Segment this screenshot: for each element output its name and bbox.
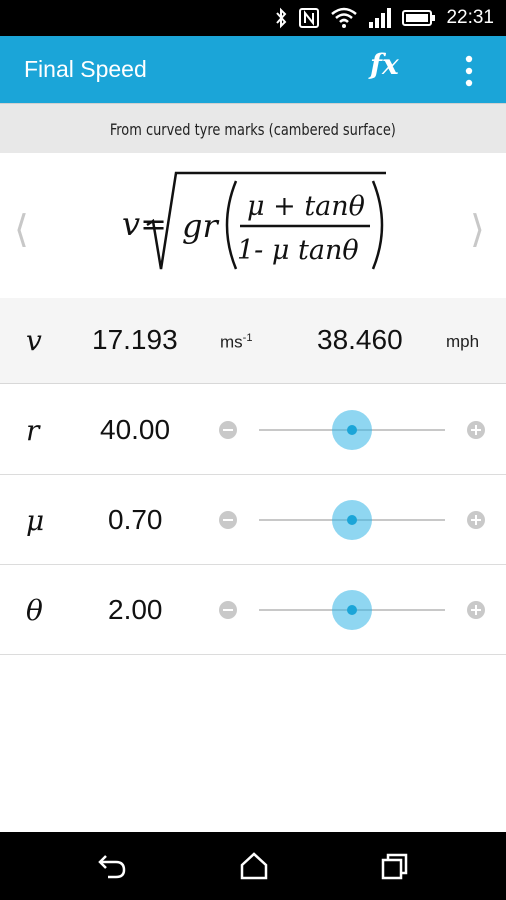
result-unit-si: ms-1 [220, 332, 252, 353]
variable-slider[interactable] [216, 408, 490, 452]
app-bar: Final Speed fx [0, 36, 506, 103]
nfc-icon [299, 8, 320, 28]
variable-value[interactable]: 40.00 [100, 414, 170, 446]
variable-value[interactable]: 0.70 [108, 504, 163, 536]
status-time: 22:31 [446, 7, 494, 28]
decrement-button[interactable] [219, 421, 237, 439]
result-symbol: v [26, 324, 42, 357]
back-icon[interactable] [96, 850, 130, 882]
slider-thumb[interactable] [332, 410, 372, 450]
page-title: Final Speed [24, 56, 147, 82]
variable-row-r: r 40.00 [0, 385, 506, 475]
signal-icon [369, 8, 392, 28]
home-icon[interactable] [237, 850, 271, 882]
variable-slider[interactable] [216, 498, 490, 542]
variable-row-mu: μ 0.70 [0, 475, 506, 565]
variable-row-theta: θ 2.00 [0, 565, 506, 655]
result-row: v 17.193 ms-1 38.460 mph [0, 298, 506, 384]
decrement-button[interactable] [219, 601, 237, 619]
result-value-imperial: 38.460 [317, 324, 403, 355]
formula-display: v= gr μ + tanθ 1- μ tanθ [122, 171, 386, 270]
formula-denominator: 1- μ tanθ [237, 235, 359, 266]
overflow-menu-icon[interactable] [454, 54, 484, 88]
increment-button[interactable] [467, 421, 485, 439]
variable-symbol: θ [26, 594, 43, 627]
battery-icon [402, 10, 436, 26]
bluetooth-icon [276, 7, 287, 29]
result-unit-si-base: ms [220, 332, 243, 352]
variable-symbol: μ [26, 504, 45, 537]
formula-area: ⟨ ⟩ v= gr μ + tanθ 1- μ tanθ [0, 153, 506, 298]
result-unit-si-exp: -1 [242, 332, 253, 344]
formula-gr: gr [182, 207, 219, 245]
system-nav-bar [0, 832, 506, 900]
formula-numerator: μ + tanθ [247, 191, 365, 222]
result-unit-imperial: mph [446, 332, 480, 351]
increment-button[interactable] [467, 511, 485, 529]
increment-button[interactable] [467, 601, 485, 619]
variable-value[interactable]: 2.00 [108, 594, 163, 626]
slider-thumb[interactable] [332, 590, 372, 630]
result-value-si: 17.193 [92, 324, 178, 355]
formula-subtitle: From curved tyre marks (cambered surface… [110, 120, 396, 139]
status-icons: 22:31 [274, 0, 494, 36]
variable-symbol: r [26, 414, 40, 447]
slider-thumb[interactable] [332, 500, 372, 540]
formula-subtitle-bar: From curved tyre marks (cambered surface… [0, 103, 506, 153]
decrement-button[interactable] [219, 511, 237, 529]
status-bar: 22:31 [0, 0, 506, 36]
formula-lhs: v= [122, 205, 167, 243]
recents-icon[interactable] [378, 850, 412, 882]
wifi-icon [331, 7, 358, 28]
fx-button[interactable]: fx [370, 48, 399, 81]
variable-slider[interactable] [216, 588, 490, 632]
